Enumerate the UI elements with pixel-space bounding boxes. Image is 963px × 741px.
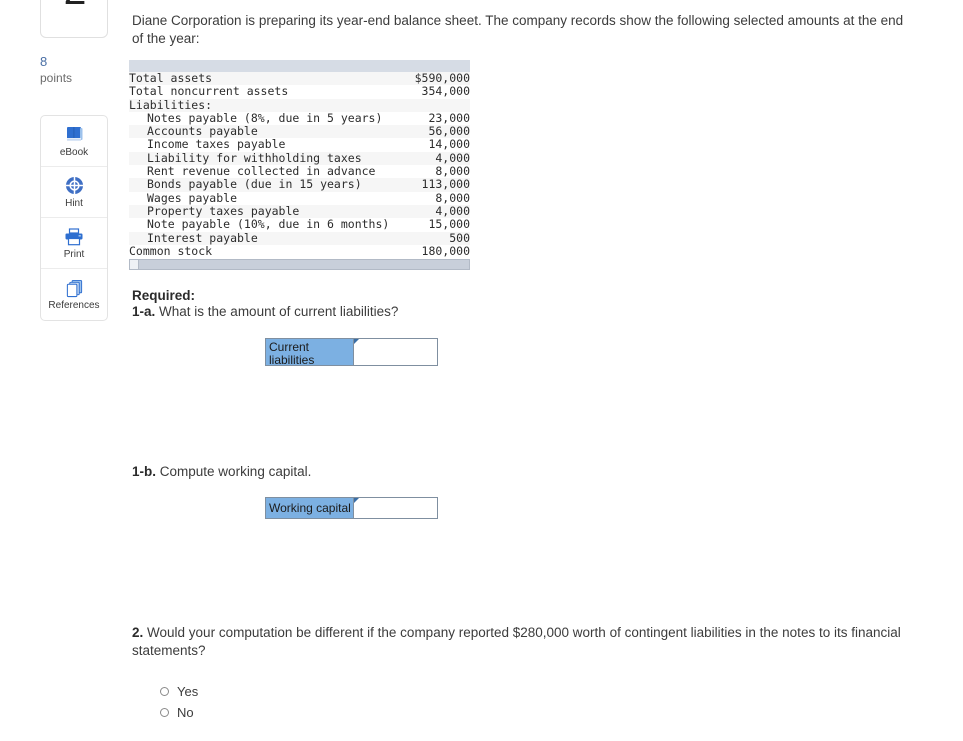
- question-1a: 1-a. What is the amount of current liabi…: [132, 304, 398, 319]
- table-cell-amount: 4,000: [410, 151, 470, 166]
- references-label: References: [48, 300, 100, 311]
- table-cell-label: Total assets: [129, 71, 411, 86]
- table-cell-label: Accounts payable: [129, 124, 411, 139]
- table-cell-amount: 180,000: [410, 244, 470, 259]
- table-cell-amount: 113,000: [410, 178, 470, 192]
- table-horizontal-scrollbar[interactable]: [129, 259, 470, 271]
- working-capital-answer-row: Working capital: [265, 497, 438, 519]
- question-intro-text: Diane Corporation is preparing its year-…: [132, 13, 904, 46]
- hint-label: Hint: [65, 197, 83, 209]
- hint-globe-icon: [65, 176, 84, 196]
- current-liabilities-input-cell[interactable]: [354, 339, 437, 365]
- table-cell-amount: 354,000: [410, 84, 470, 99]
- book-icon: [65, 125, 84, 145]
- cell-marker-icon: [354, 339, 359, 344]
- question-2: 2. Would your computation be different i…: [132, 624, 904, 660]
- table-cell-label: Wages payable: [129, 191, 411, 205]
- table-cell-label: Note payable (10%, due in 6 months): [129, 217, 411, 232]
- current-liabilities-answer-row: Current liabilities: [265, 338, 438, 367]
- table-cell-amount: 56,000: [410, 124, 470, 139]
- radio-option-yes[interactable]: Yes: [160, 681, 198, 702]
- question-1b-text: Compute working capital.: [159, 464, 312, 479]
- radio-option-label: Yes: [177, 684, 199, 699]
- ebook-button[interactable]: eBook: [41, 116, 107, 167]
- table-cell-amount: 15,000: [410, 217, 470, 232]
- points-value: 8: [40, 54, 48, 69]
- table-row: Liabilities:: [129, 98, 470, 112]
- table-cell-amount: 500: [410, 231, 470, 245]
- references-button[interactable]: References: [41, 269, 107, 320]
- table-row: Notes payable (8%, due in 5 years) 23,000: [129, 111, 470, 126]
- question-number-box: 2: [40, 0, 108, 38]
- question-2-number: 2.: [132, 625, 144, 640]
- table-cell-label: Total noncurrent assets: [129, 84, 411, 99]
- print-label: Print: [63, 248, 85, 260]
- current-liabilities-label: Current liabilities: [266, 339, 354, 367]
- table-row: Rent revenue collected in advance 8,000: [129, 164, 470, 179]
- table-row: Income taxes payable 14,000: [129, 138, 470, 152]
- points-label: points: [40, 71, 73, 85]
- table-row: Interest payable 500: [129, 231, 470, 245]
- table-cell-amount: $590,000: [410, 71, 470, 86]
- balance-sheet-table: Total assets $590,000 Total noncurrent ass…: [129, 71, 470, 259]
- radio-option-label: No: [177, 705, 194, 720]
- scrollbar-thumb[interactable]: [130, 260, 139, 270]
- table-row: Accounts payable 56,000: [129, 124, 470, 139]
- question-number: 2: [41, 0, 107, 13]
- table-row: Total noncurrent assets 354,000: [129, 84, 470, 99]
- cell-marker-icon: [354, 498, 359, 503]
- ebook-label: eBook: [59, 146, 89, 158]
- table-cell-label: Income taxes payable: [129, 138, 411, 152]
- printer-icon: [64, 227, 84, 247]
- table-cell-amount: 8,000: [410, 191, 470, 205]
- print-button[interactable]: Print: [41, 218, 107, 269]
- table-cell-amount: [410, 98, 470, 112]
- table-cell-label: Notes payable (8%, due in 5 years): [129, 111, 411, 126]
- question-1a-text: What is the amount of current liabilitie…: [159, 304, 399, 319]
- table-cell-label: Bonds payable (due in 15 years): [129, 178, 411, 192]
- radio-button-icon[interactable]: [160, 708, 169, 717]
- required-heading: Required:: [132, 288, 196, 303]
- question-2-text: Would your computation be different if t…: [132, 625, 901, 658]
- table-row: Bonds payable (due in 15 years) 113,000: [129, 178, 470, 192]
- working-capital-input[interactable]: [354, 498, 437, 518]
- table-row: Note payable (10%, due in 6 months) 15,00…: [129, 217, 470, 232]
- radio-button-icon[interactable]: [160, 687, 169, 696]
- table-row: Liability for withholding taxes 4,000: [129, 151, 470, 166]
- table-cell-amount: 23,000: [410, 111, 470, 126]
- current-liabilities-input[interactable]: [354, 339, 437, 365]
- table-cell-amount: 4,000: [410, 204, 470, 219]
- table-cell-amount: 14,000: [410, 138, 470, 152]
- table-row: Total assets $590,000: [129, 71, 470, 86]
- copy-pages-icon: [65, 278, 84, 298]
- table-cell-label: Liability for withholding taxes: [129, 151, 411, 166]
- table-cell-label: Property taxes payable: [129, 204, 411, 219]
- table-body: Total assets $590,000 Total noncurrent ass…: [129, 71, 470, 259]
- table-cell-label: Rent revenue collected in advance: [129, 164, 411, 179]
- working-capital-input-cell[interactable]: [354, 498, 437, 518]
- tool-button-stack: eBook Hint Print References: [40, 115, 108, 321]
- table-cell-amount: 8,000: [410, 164, 470, 179]
- table-row: Common stock 180,000: [129, 244, 470, 259]
- table-cell-label: Liabilities:: [129, 98, 411, 112]
- points-indicator: 8 points: [40, 54, 120, 86]
- question-sidebar: 2 8 points eBook: [0, 0, 128, 741]
- hint-button[interactable]: Hint: [41, 167, 107, 218]
- table-row: Wages payable 8,000: [129, 191, 470, 205]
- question-1b-number: 1-b.: [132, 464, 157, 479]
- question-2-radio-group: Yes No: [160, 681, 198, 723]
- table-cell-label: Interest payable: [129, 231, 411, 245]
- question-1a-number: 1-a.: [132, 304, 156, 319]
- working-capital-label: Working capital: [266, 498, 354, 518]
- question-1b: 1-b. Compute working capital.: [132, 464, 311, 479]
- table-row: Property taxes payable 4,000: [129, 204, 470, 219]
- balance-sheet-table-container: Total assets $590,000 Total noncurrent ass…: [129, 60, 470, 271]
- table-cell-label: Common stock: [129, 244, 411, 259]
- radio-option-no[interactable]: No: [160, 702, 198, 723]
